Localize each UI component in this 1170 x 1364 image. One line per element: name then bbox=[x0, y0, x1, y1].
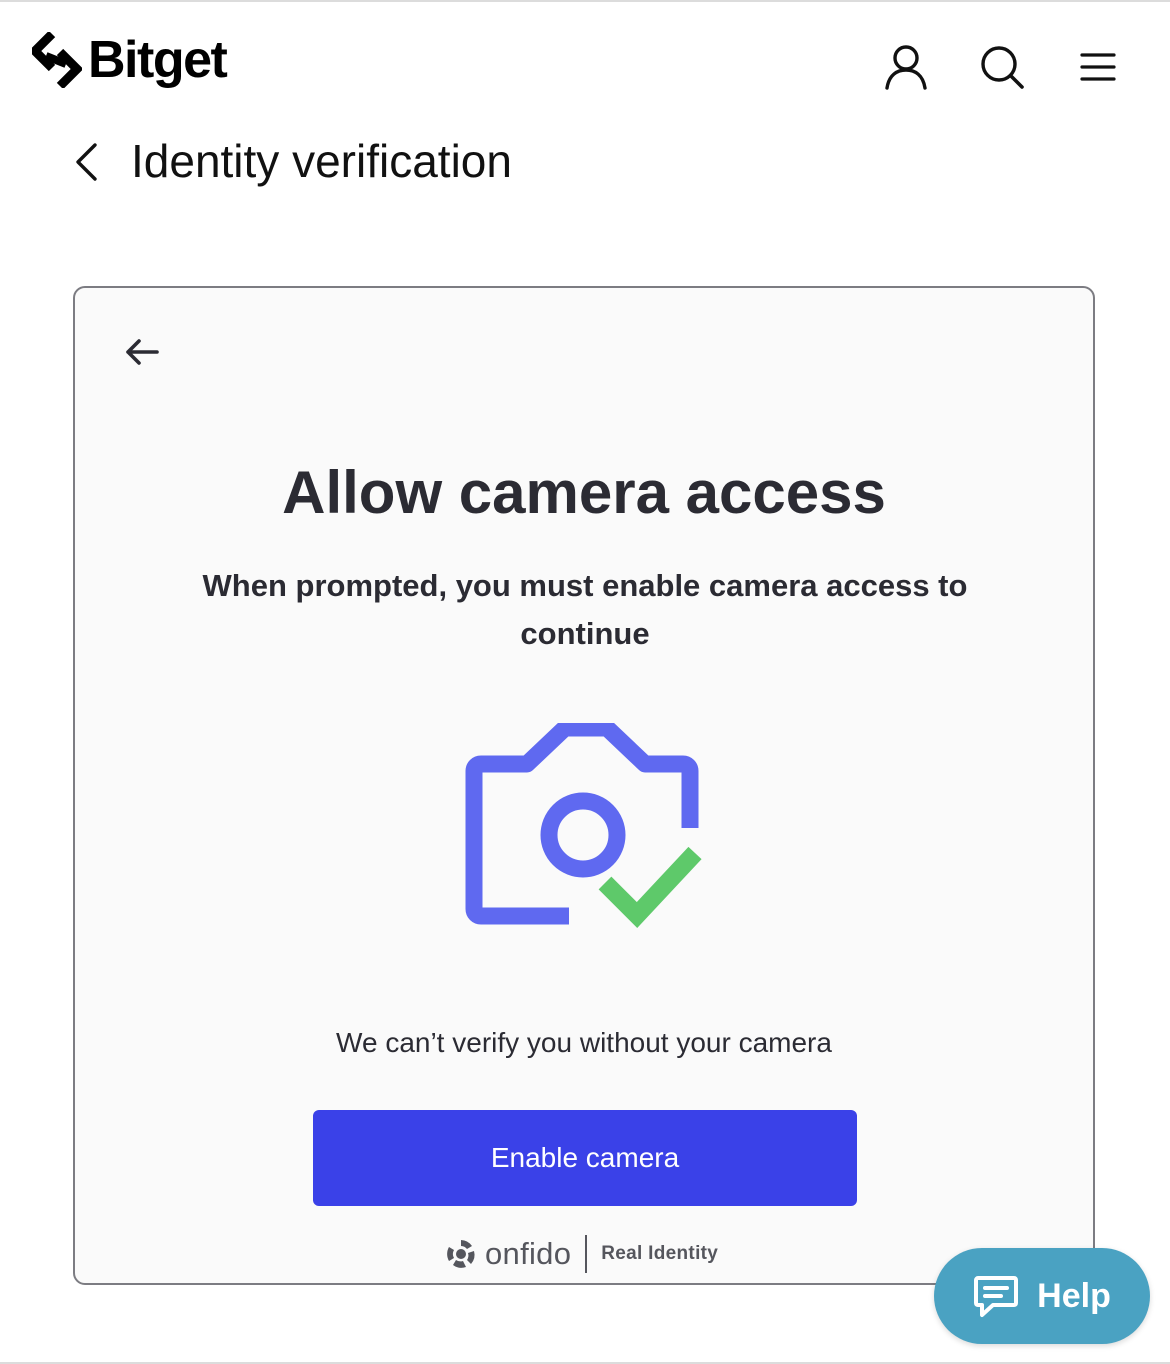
onfido-wordmark: onfido bbox=[485, 1236, 572, 1271]
site-header: Bitget bbox=[0, 2, 1170, 122]
help-label: Help bbox=[1037, 1276, 1111, 1315]
camera-access-card: Allow camera access When prompted, you m… bbox=[73, 286, 1095, 1285]
page-title: Identity verification bbox=[131, 135, 512, 187]
onfido-branding: onfido Real Identity bbox=[445, 1234, 718, 1274]
camera-required-note: We can’t verify you without your camera bbox=[336, 1027, 832, 1058]
page-titlebar: Identity verification bbox=[0, 125, 1170, 205]
search-icon[interactable] bbox=[977, 42, 1027, 92]
camera-check-illustration bbox=[465, 723, 702, 928]
back-chevron-icon[interactable] bbox=[64, 135, 108, 189]
brand-name: Bitget bbox=[88, 31, 228, 89]
help-button[interactable]: Help bbox=[934, 1248, 1150, 1344]
bitget-logo[interactable]: Bitget bbox=[32, 31, 228, 89]
enable-camera-button[interactable]: Enable camera bbox=[313, 1110, 857, 1206]
menu-icon[interactable] bbox=[1073, 42, 1123, 92]
onfido-logo-icon bbox=[447, 1240, 475, 1268]
chat-icon bbox=[974, 1276, 1019, 1317]
card-title: Allow camera access bbox=[282, 459, 886, 526]
card-subtitle: When prompted, you must enable camera ac… bbox=[202, 568, 968, 651]
back-arrow-icon[interactable] bbox=[117, 332, 167, 372]
brand-tagline: Real Identity bbox=[601, 1243, 719, 1264]
bitget-logo-icon bbox=[32, 32, 82, 88]
brand-divider bbox=[585, 1235, 588, 1273]
user-icon[interactable] bbox=[881, 42, 931, 92]
